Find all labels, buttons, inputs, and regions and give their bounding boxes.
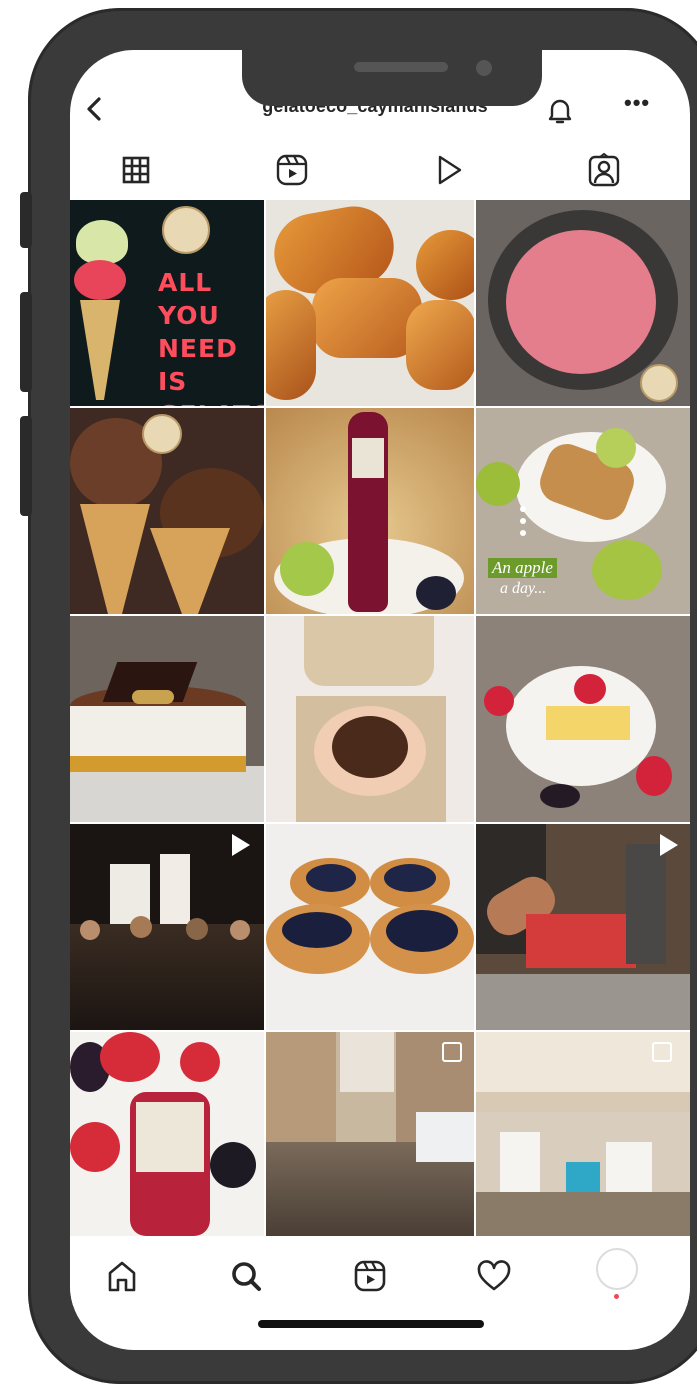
heart-icon[interactable] xyxy=(474,1256,514,1296)
screen: gelatoeco_caymanislands ••• ALL YOU NEED… xyxy=(70,50,690,1350)
post-tile-gelato-poster[interactable]: ALL YOU NEED IS GELATO. xyxy=(70,200,264,406)
home-indicator[interactable] xyxy=(258,1320,484,1328)
profile-avatar-icon[interactable] xyxy=(596,1248,638,1290)
reels-icon[interactable] xyxy=(350,1256,390,1296)
post-tile-pomegranate-juice[interactable] xyxy=(70,1032,264,1236)
reel-badge-icon xyxy=(660,834,678,856)
gelato-co-logo xyxy=(162,206,210,254)
poster-text: ALL YOU NEED IS GELATO. xyxy=(158,268,264,406)
post-tile-crowded-street[interactable] xyxy=(266,1032,474,1236)
post-tile-bio-frutta-bottle[interactable] xyxy=(266,408,474,614)
post-tile-gelato-production[interactable] xyxy=(476,824,690,1030)
volume-down-button xyxy=(20,416,32,516)
posts-grid: ALL YOU NEED IS GELATO. xyxy=(70,200,690,1236)
post-caption-line2: a day... xyxy=(500,580,547,597)
multi-photo-icon xyxy=(442,1042,462,1062)
post-tile-gelato-class[interactable] xyxy=(70,824,264,1030)
profile-tabs xyxy=(70,146,690,196)
phone-frame: gelatoeco_caymanislands ••• ALL YOU NEED… xyxy=(28,8,697,1384)
volume-up-button xyxy=(20,292,32,392)
post-tile-apple-strudel[interactable]: An apple a day... xyxy=(476,408,690,614)
gelato-co-logo xyxy=(142,414,182,454)
tab-play-icon[interactable] xyxy=(428,150,468,190)
post-tile-gelato-cake[interactable] xyxy=(70,616,264,822)
notification-dot xyxy=(614,1294,619,1299)
bottom-navigation xyxy=(70,1246,690,1306)
search-icon[interactable] xyxy=(226,1256,266,1296)
multi-photo-icon xyxy=(652,1042,672,1062)
gelato-co-logo xyxy=(640,364,678,402)
tab-reels-icon[interactable] xyxy=(272,150,312,190)
front-camera xyxy=(476,60,492,76)
reel-badge-icon xyxy=(232,834,250,856)
post-tile-cheesecake[interactable] xyxy=(476,616,690,822)
post-tile-pink-gelato-machine[interactable] xyxy=(476,200,690,406)
post-caption-line1: An apple xyxy=(488,558,557,578)
more-options-icon[interactable]: ••• xyxy=(624,90,650,116)
post-tile-croissants[interactable] xyxy=(266,200,474,406)
post-tile-chocolate-cones[interactable] xyxy=(70,408,264,614)
mute-switch xyxy=(20,192,32,248)
bell-icon[interactable] xyxy=(544,94,576,126)
post-tile-gelato-workshop[interactable] xyxy=(476,1032,690,1236)
post-tile-blueberry-pastries[interactable] xyxy=(266,824,474,1030)
phone-notch xyxy=(242,50,542,106)
tab-grid-icon[interactable] xyxy=(116,150,156,190)
tab-tagged-user-icon[interactable] xyxy=(584,150,624,190)
home-icon[interactable] xyxy=(102,1256,142,1296)
post-tile-coffee-beans[interactable] xyxy=(266,616,474,822)
back-chevron-left-icon[interactable] xyxy=(80,94,110,124)
speaker xyxy=(354,62,448,72)
